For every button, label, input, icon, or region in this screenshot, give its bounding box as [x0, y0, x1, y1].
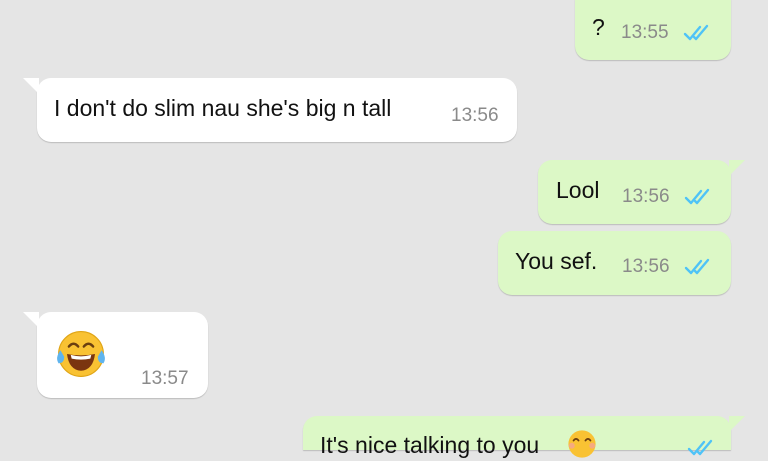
message-text: Lool — [556, 177, 600, 203]
bubble-tail — [23, 312, 39, 328]
bubble-tail — [729, 416, 745, 432]
read-ticks-icon — [684, 188, 710, 205]
message-timestamp: 13:56 — [622, 256, 670, 277]
message-text: It's nice talking to you — [320, 432, 540, 458]
face-with-tears-of-joy-icon — [57, 331, 105, 377]
message-text: I don't do slim nau she's big n tall — [54, 95, 392, 121]
message-timestamp: 13:55 — [621, 22, 669, 43]
read-ticks-icon — [683, 24, 709, 41]
message-timestamp: 13:56 — [451, 105, 499, 126]
smiling-face-with-smiling-eyes-icon — [568, 430, 596, 458]
incoming-message-bubble[interactable]: I don't do slim nau she's big n tall 13:… — [23, 78, 517, 142]
read-ticks-icon — [687, 439, 713, 456]
read-ticks-icon — [684, 258, 710, 275]
incoming-message-bubble[interactable]: 13:57 — [23, 312, 208, 398]
message-text: ? — [592, 14, 605, 40]
message-timestamp: 13:57 — [141, 368, 189, 389]
outgoing-message-bubble[interactable]: It's nice talking to you — [303, 416, 745, 458]
message-text: You sef. — [515, 248, 598, 274]
message-timestamp: 13:56 — [622, 186, 670, 207]
outgoing-message-bubble[interactable]: You sef. 13:56 — [498, 231, 731, 295]
outgoing-message-bubble[interactable]: Lool 13:56 — [538, 160, 745, 224]
outgoing-message-bubble[interactable]: ? 13:55 — [575, 0, 731, 60]
bubble-tail — [23, 78, 39, 94]
bubble-tail — [729, 160, 745, 176]
